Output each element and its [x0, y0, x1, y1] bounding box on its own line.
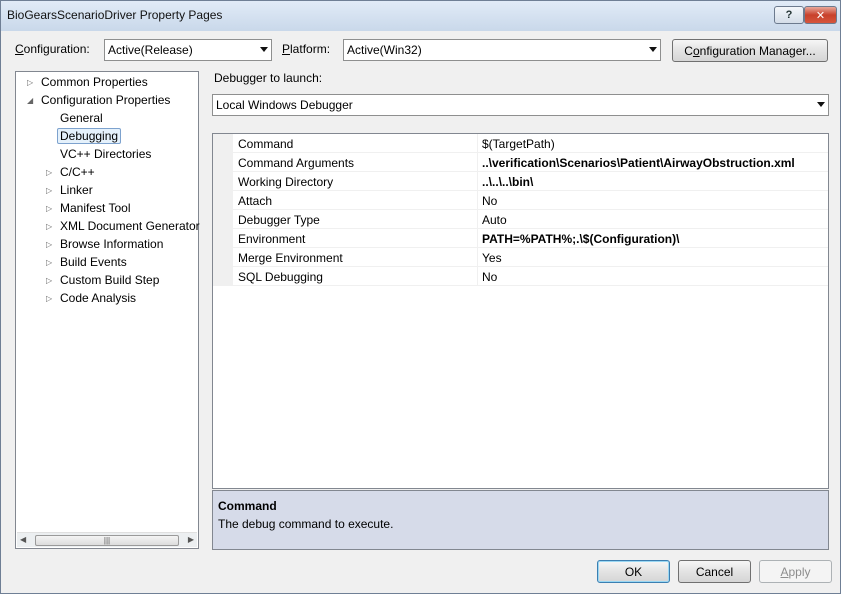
close-button[interactable]: ✕	[804, 6, 837, 24]
property-name: Working Directory	[238, 175, 334, 189]
debugger-dropdown[interactable]: Local Windows Debugger	[212, 94, 829, 116]
tree-item-general[interactable]: General	[60, 111, 103, 125]
property-row[interactable]: Command Arguments ..\verification\Scenari…	[233, 153, 828, 172]
property-value[interactable]: Yes	[482, 251, 502, 265]
apply-label-rest: pply	[788, 564, 811, 579]
chevron-down-icon	[649, 47, 657, 52]
property-row[interactable]: Debugger Type Auto	[233, 210, 828, 229]
title-bar[interactable]: BioGearsScenarioDriver Property Pages ? …	[1, 1, 840, 31]
tree-item-manifest-tool[interactable]: Manifest Tool	[60, 201, 130, 215]
property-value[interactable]: ..\verification\Scenarios\Patient\Airway…	[482, 156, 795, 170]
close-icon: ✕	[815, 9, 826, 22]
config-manager-label-c: nfiguration Manager...	[699, 43, 816, 58]
scroll-right-icon[interactable]: ▶	[188, 535, 194, 544]
property-value[interactable]: No	[482, 194, 497, 208]
platform-label: Platform:	[282, 42, 331, 56]
property-name: Merge Environment	[238, 251, 343, 265]
tree-item-c-c[interactable]: C/C++	[60, 165, 95, 179]
column-separator	[477, 153, 478, 172]
configuration-value: Active(Release)	[108, 43, 193, 57]
column-separator	[477, 191, 478, 210]
property-value[interactable]: $(TargetPath)	[482, 137, 555, 151]
collapsed-triangle-icon[interactable]: ▷	[46, 258, 52, 267]
tree-item-build-events[interactable]: Build Events	[60, 255, 127, 269]
column-separator	[477, 210, 478, 229]
tree-item-xml-document-generator[interactable]: XML Document Generator	[60, 219, 200, 233]
property-tree[interactable]: ▷ Common Properties ◢ Configuration Propert…	[15, 71, 200, 549]
property-row[interactable]: SQL Debugging No	[233, 267, 828, 286]
property-value[interactable]: ..\..\..\bin\	[482, 175, 533, 189]
property-name: Command	[238, 137, 294, 151]
collapsed-triangle-icon[interactable]: ▷	[46, 204, 52, 213]
collapsed-triangle-icon[interactable]: ▷	[46, 168, 52, 177]
config-manager-label-b: o	[692, 43, 700, 58]
tree-horizontal-scrollbar[interactable]: ◀ ||| ▶	[17, 532, 197, 547]
configuration-manager-button[interactable]: Co nfiguration Manager...	[672, 39, 828, 62]
property-name: Debugger Type	[238, 213, 320, 227]
collapsed-triangle-icon[interactable]: ▷	[27, 78, 33, 87]
help-button[interactable]: ?	[774, 6, 804, 24]
chevron-down-icon	[260, 47, 268, 52]
expanded-triangle-icon[interactable]: ◢	[27, 96, 33, 105]
property-value[interactable]: Auto	[482, 213, 507, 227]
property-grid[interactable]: Command $(TargetPath) Command Arguments ..\…	[212, 133, 829, 489]
tree-item-common-properties[interactable]: Common Properties	[41, 75, 148, 89]
property-row[interactable]: Attach No	[233, 191, 828, 210]
config-manager-label-a: C	[684, 43, 693, 58]
column-separator	[477, 172, 478, 191]
property-pages-window: BioGearsScenarioDriver Property Pages ? …	[0, 0, 841, 594]
property-name: SQL Debugging	[238, 270, 323, 284]
tree-item-browse-information[interactable]: Browse Information	[60, 237, 163, 251]
configuration-dropdown[interactable]: Active(Release)	[104, 39, 272, 61]
apply-label-key: A	[780, 564, 789, 579]
collapsed-triangle-icon[interactable]: ▷	[46, 240, 52, 249]
debugger-label: Debugger to launch:	[214, 71, 323, 85]
description-text: The debug command to execute.	[218, 517, 394, 531]
tree-item-vc-directories[interactable]: VC++ Directories	[60, 147, 151, 161]
property-row[interactable]: Environment PATH=%PATH%;.\$(Configuration…	[233, 229, 828, 248]
collapsed-triangle-icon[interactable]: ▷	[46, 294, 52, 303]
apply-button[interactable]: Apply	[759, 560, 832, 583]
property-name: Command Arguments	[238, 156, 355, 170]
property-name: Environment	[238, 232, 306, 246]
chevron-down-icon	[817, 102, 825, 107]
configuration-label: Configuration:	[15, 42, 90, 56]
column-separator	[477, 248, 478, 267]
tree-item-custom-build-step[interactable]: Custom Build Step	[60, 273, 159, 287]
property-value[interactable]: PATH=%PATH%;.\$(Configuration)\	[482, 232, 679, 246]
scroll-left-icon[interactable]: ◀	[20, 535, 26, 544]
description-panel: Command The debug command to execute.	[212, 490, 829, 550]
tree-item-configuration-properties[interactable]: Configuration Properties	[41, 93, 170, 107]
grid-gutter	[213, 134, 233, 286]
column-separator	[477, 229, 478, 248]
collapsed-triangle-icon[interactable]: ▷	[46, 276, 52, 285]
property-value[interactable]: No	[482, 270, 497, 284]
tree-item-debugging[interactable]: Debugging	[57, 128, 122, 144]
property-row[interactable]: Merge Environment Yes	[233, 248, 828, 267]
cancel-label: Cancel	[695, 564, 734, 579]
help-icon: ?	[785, 9, 793, 21]
tree-item-code-analysis[interactable]: Code Analysis	[60, 291, 136, 305]
window-title: BioGearsScenarioDriver Property Pages	[7, 8, 223, 22]
collapsed-triangle-icon[interactable]: ▷	[46, 222, 52, 231]
platform-value: Active(Win32)	[347, 43, 422, 57]
dialog-client: Configuration: Active(Release) Platform:…	[1, 31, 840, 593]
column-separator	[477, 267, 478, 286]
tree-item-linker[interactable]: Linker	[60, 183, 93, 197]
cancel-button[interactable]: Cancel	[678, 560, 751, 583]
platform-dropdown[interactable]: Active(Win32)	[343, 39, 661, 61]
property-row[interactable]: Command $(TargetPath)	[233, 134, 828, 153]
collapsed-triangle-icon[interactable]: ▷	[46, 186, 52, 195]
description-title: Command	[218, 499, 277, 513]
column-separator	[477, 134, 478, 153]
debugger-value: Local Windows Debugger	[216, 98, 353, 112]
ok-label: OK	[624, 564, 643, 579]
property-name: Attach	[238, 194, 273, 208]
scroll-thumb[interactable]: |||	[35, 535, 179, 546]
property-row[interactable]: Working Directory ..\..\..\bin\	[233, 172, 828, 191]
ok-button[interactable]: OK	[597, 560, 670, 583]
